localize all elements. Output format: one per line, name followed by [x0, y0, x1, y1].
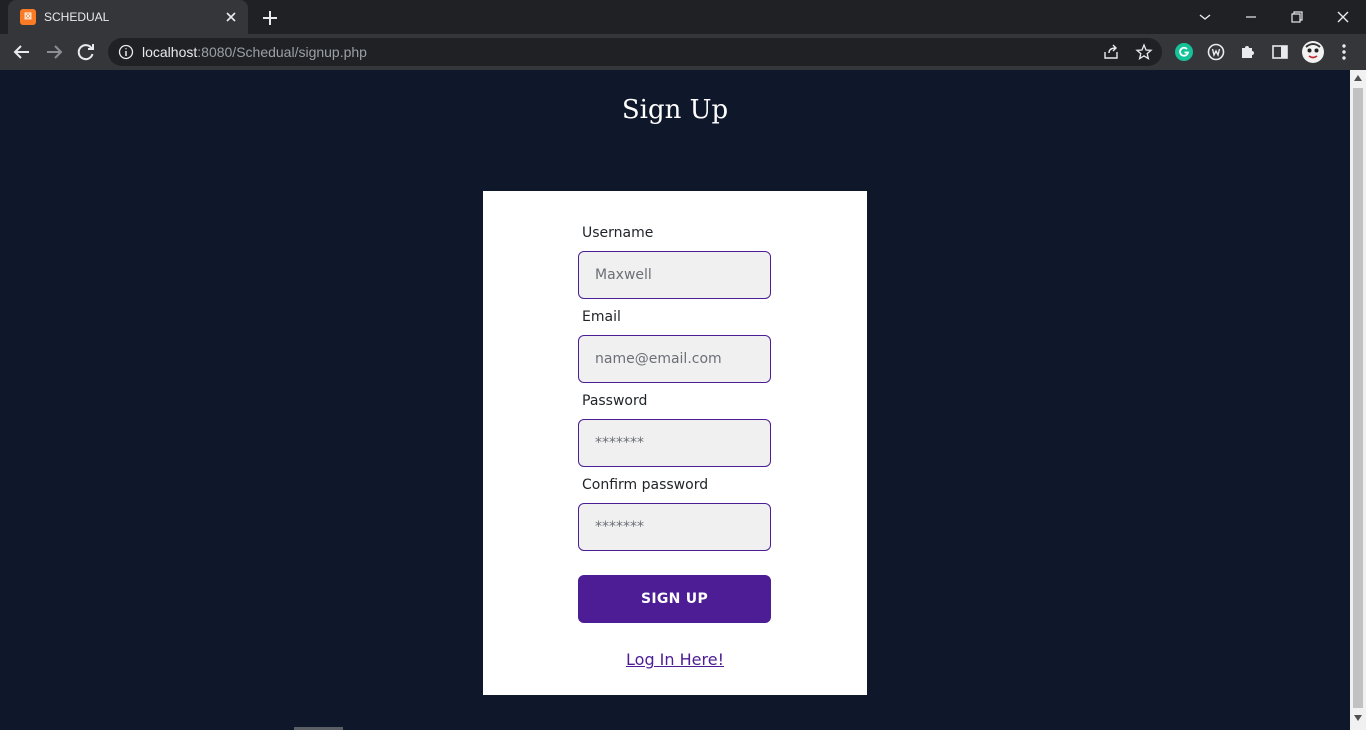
username-input[interactable] [578, 251, 771, 299]
email-label: Email [582, 309, 621, 325]
reload-icon[interactable] [74, 40, 98, 64]
avatar[interactable] [1302, 41, 1324, 63]
scrollbar-thumb[interactable] [1353, 88, 1363, 708]
side-panel-icon[interactable] [1270, 42, 1290, 62]
plus-icon[interactable] [258, 6, 282, 30]
page-viewport: Sign Up Username Email Password Confirm … [0, 70, 1350, 730]
arrow-right-icon[interactable] [42, 40, 66, 64]
password-input[interactable] [578, 419, 771, 467]
close-icon[interactable] [222, 8, 240, 26]
share-icon[interactable] [1102, 43, 1120, 61]
arrow-left-icon[interactable] [10, 40, 34, 64]
star-icon[interactable] [1135, 43, 1153, 61]
address-bar[interactable]: localhost:8080/Schedual/signup.php [108, 38, 1162, 66]
puzzle-icon[interactable] [1238, 42, 1258, 62]
signup-form: Username Email Password Confirm password… [483, 191, 867, 695]
browser-tab-strip: ⊠ SCHEDUAL [0, 0, 1366, 34]
grammarly-icon[interactable] [1174, 42, 1194, 62]
email-input[interactable] [578, 335, 771, 383]
login-link[interactable]: Log In Here! [483, 649, 867, 671]
url-host: localhost [142, 44, 198, 60]
info-icon[interactable] [118, 44, 134, 60]
url-text: localhost:8080/Schedual/signup.php [142, 44, 367, 60]
page-title: Sign Up [621, 95, 729, 125]
password-label: Password [582, 393, 648, 409]
restore-icon[interactable] [1284, 4, 1310, 30]
scroll-up-icon[interactable] [1354, 75, 1362, 81]
chevron-down-icon[interactable] [1192, 4, 1218, 30]
close-window-icon[interactable] [1330, 4, 1356, 30]
wordtune-icon[interactable] [1206, 42, 1226, 62]
browser-toolbar: localhost:8080/Schedual/signup.php [0, 34, 1366, 70]
vertical-scrollbar[interactable] [1350, 70, 1366, 730]
browser-tab[interactable]: ⊠ SCHEDUAL [8, 0, 248, 34]
url-path: :8080/Schedual/signup.php [197, 44, 367, 60]
signup-button[interactable]: SIGN UP [578, 575, 771, 623]
xampp-favicon-icon: ⊠ [20, 9, 36, 25]
kebab-menu-icon[interactable] [1334, 42, 1354, 62]
confirm-password-label: Confirm password [582, 477, 709, 493]
scroll-down-icon[interactable] [1354, 715, 1362, 721]
username-label: Username [582, 225, 654, 241]
confirm-password-input[interactable] [578, 503, 771, 551]
tab-title: SCHEDUAL [44, 10, 110, 24]
minimize-icon[interactable] [1238, 4, 1264, 30]
